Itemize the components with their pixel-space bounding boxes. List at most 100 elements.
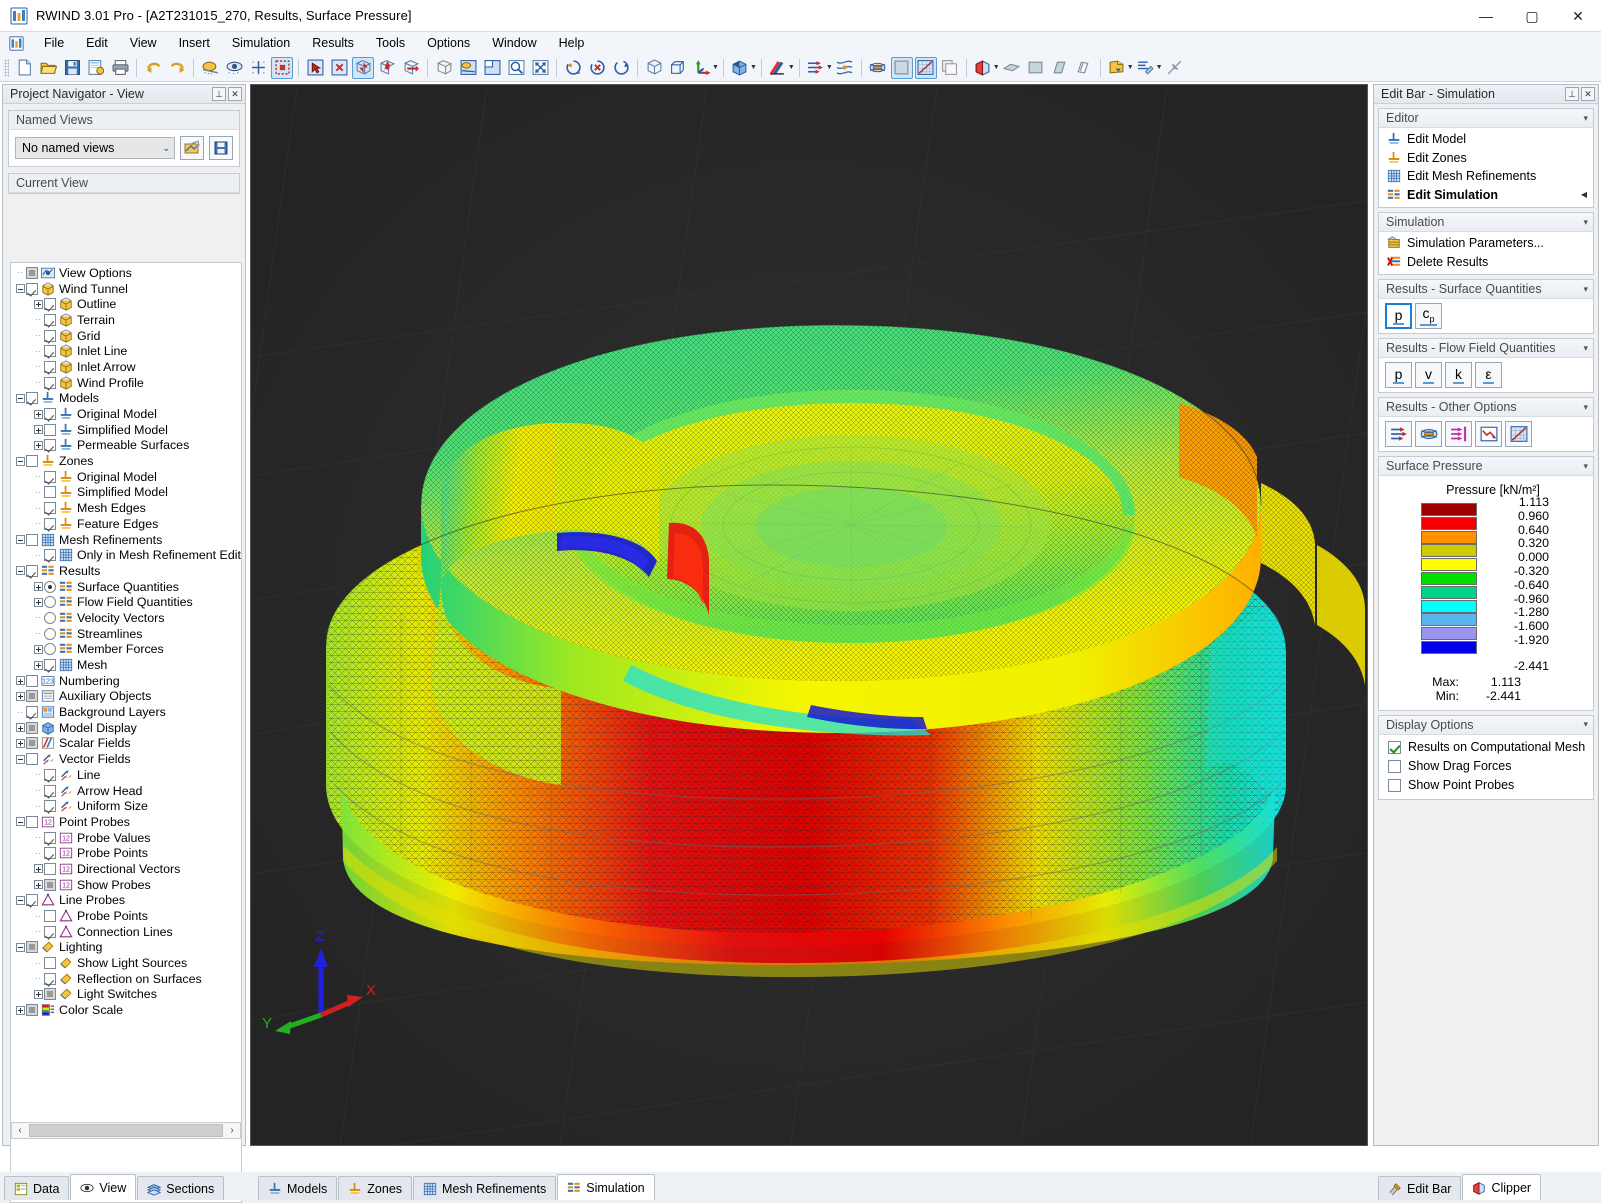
tree-item-probe-points[interactable]: ·· Probe Points (14, 908, 241, 924)
tree-item-point-probes[interactable]: 12 Point Probes (14, 814, 241, 830)
checkbox[interactable] (1388, 740, 1401, 754)
zoom-window-icon[interactable] (481, 57, 503, 79)
tab-data[interactable]: Data (4, 1176, 70, 1200)
redo-icon[interactable] (166, 57, 188, 79)
tree-item-line[interactable]: ·· Line (14, 767, 241, 783)
settings-tools-icon[interactable] (1135, 57, 1157, 79)
isometric-view-icon[interactable] (643, 57, 665, 79)
tree-item-inlet-arrow[interactable]: ·· Inlet Arrow (14, 359, 241, 375)
result-values-icon[interactable] (890, 56, 913, 79)
tree-item-grid[interactable]: ·· Grid (14, 328, 241, 344)
toolbar-grip[interactable] (4, 58, 9, 77)
pressure-p-button[interactable]: p (1385, 303, 1412, 329)
editbar-item-simulation-parameters[interactable]: Simulation Parameters... (1379, 234, 1593, 253)
tree-checkbox[interactable] (26, 753, 38, 766)
menu-item-options[interactable]: Options (416, 34, 481, 52)
tree-expander[interactable] (14, 391, 26, 407)
scroll-right-button[interactable]: › (224, 1123, 240, 1138)
tree-item-mesh-refinements[interactable]: Mesh Refinements (14, 532, 241, 548)
iso-surface-icon[interactable] (867, 57, 889, 79)
tree-checkbox-checked[interactable] (44, 408, 56, 421)
tree-checkbox-checked[interactable] (44, 345, 56, 358)
tree-expander[interactable] (32, 579, 44, 595)
move-model-icon[interactable] (400, 57, 422, 79)
tree-checkbox[interactable] (44, 423, 56, 436)
result-graph-icon[interactable] (1475, 421, 1502, 447)
tree-checkbox-partial[interactable] (26, 721, 38, 734)
tree-checkbox-checked[interactable] (26, 894, 38, 907)
tree-item-models[interactable]: Models (14, 391, 241, 407)
chevron-down-icon[interactable]: ▾ (1583, 284, 1588, 295)
cut-plane-icon[interactable] (1049, 57, 1071, 79)
pin-edit-bar-button[interactable]: ⊥ (1565, 87, 1579, 101)
maximize-button[interactable]: ▢ (1509, 0, 1555, 32)
chevron-down-icon[interactable]: ▼ (712, 64, 719, 71)
menu-item-tools[interactable]: Tools (365, 34, 416, 52)
tree-checkbox-checked[interactable] (44, 329, 56, 342)
tab-models[interactable]: Models (258, 1176, 338, 1200)
tree-checkbox-partial[interactable] (26, 266, 38, 279)
tree-checkbox-checked[interactable] (44, 768, 56, 781)
color-scale-icon[interactable] (767, 57, 789, 79)
snap-grid-icon[interactable] (247, 57, 269, 79)
tree-expander[interactable] (32, 657, 44, 673)
tree-checkbox-checked[interactable] (44, 659, 56, 672)
tree-item-view-options[interactable]: ·· View Options (14, 265, 241, 281)
menu-item-insert[interactable]: Insert (168, 34, 221, 52)
tree-checkbox-checked[interactable] (44, 831, 56, 844)
section-results-icon[interactable] (1445, 421, 1472, 447)
close-button[interactable]: ✕ (1555, 0, 1601, 32)
chevron-down-icon[interactable]: ▾ (1583, 461, 1588, 472)
tree-expander[interactable] (14, 893, 26, 909)
tree-item-line-probes[interactable]: Line Probes (14, 893, 241, 909)
measure-icon[interactable] (1164, 57, 1186, 79)
tree-checkbox-checked[interactable] (44, 972, 56, 985)
tree-radio-selected[interactable] (44, 580, 56, 593)
tree-item-arrow-head[interactable]: ·· Arrow Head (14, 783, 241, 799)
tree-checkbox[interactable] (26, 455, 38, 468)
menu-item-file[interactable]: File (33, 34, 75, 52)
tree-item-lighting[interactable]: Lighting (14, 940, 241, 956)
close-edit-bar-button[interactable]: ✕ (1581, 87, 1595, 101)
editbar-item-edit-mesh-refinements[interactable]: Edit Mesh Refinements (1379, 167, 1593, 186)
render-icon[interactable] (199, 57, 221, 79)
tree-item-velocity-vectors[interactable]: ·· Velocity Vectors (14, 610, 241, 626)
zoom-model-icon[interactable] (352, 56, 374, 79)
tree-checkbox[interactable] (26, 533, 38, 546)
tree-checkbox-checked[interactable] (44, 925, 56, 938)
rotate-right-icon[interactable] (610, 57, 632, 79)
tree-item-inlet-line[interactable]: ·· Inlet Line (14, 343, 241, 359)
tree-item-flow-field-quantities[interactable]: Flow Field Quantities (14, 594, 241, 610)
tree-radio[interactable] (44, 611, 56, 624)
flow-v-button[interactable]: v (1415, 362, 1442, 388)
print-icon[interactable] (109, 57, 131, 79)
tree-item-auxiliary-objects[interactable]: Auxiliary Objects (14, 689, 241, 705)
tab-view[interactable]: View (70, 1174, 137, 1200)
tree-checkbox-partial[interactable] (26, 1004, 38, 1017)
checkbox[interactable] (1388, 778, 1401, 792)
editbar-item-edit-model[interactable]: Edit Model (1379, 130, 1593, 149)
zoom-all-icon[interactable] (529, 57, 551, 79)
tree-expander[interactable] (32, 438, 44, 454)
tree-checkbox[interactable] (26, 674, 38, 687)
tree-horizontal-scrollbar[interactable]: ‹ › (11, 1122, 241, 1139)
menu-item-help[interactable]: Help (548, 34, 596, 52)
menu-item-view[interactable]: View (119, 34, 168, 52)
wireframe-icon[interactable] (433, 57, 455, 79)
iso-surface-icon[interactable] (1415, 421, 1442, 447)
tab-clipper[interactable]: Clipper (1462, 1174, 1542, 1200)
tree-checkbox-partial[interactable] (26, 690, 38, 703)
manage-views-button[interactable] (180, 136, 204, 160)
surface-colors-icon[interactable] (457, 57, 479, 79)
tree-checkbox-checked[interactable] (44, 360, 56, 373)
tree-item-scalar-fields[interactable]: Scalar Fields (14, 736, 241, 752)
tree-checkbox[interactable] (44, 862, 56, 875)
menu-item-edit[interactable]: Edit (75, 34, 119, 52)
pressure-cp-button[interactable]: cp (1415, 303, 1442, 329)
chevron-down-icon[interactable]: ▼ (1127, 64, 1134, 71)
tree-item-feature-edges[interactable]: ·· Feature Edges (14, 516, 241, 532)
tree-checkbox-partial[interactable] (44, 878, 56, 891)
chevron-down-icon[interactable]: ▾ (1583, 402, 1588, 413)
tree-expander[interactable] (32, 861, 44, 877)
tree-checkbox-checked[interactable] (26, 282, 38, 295)
